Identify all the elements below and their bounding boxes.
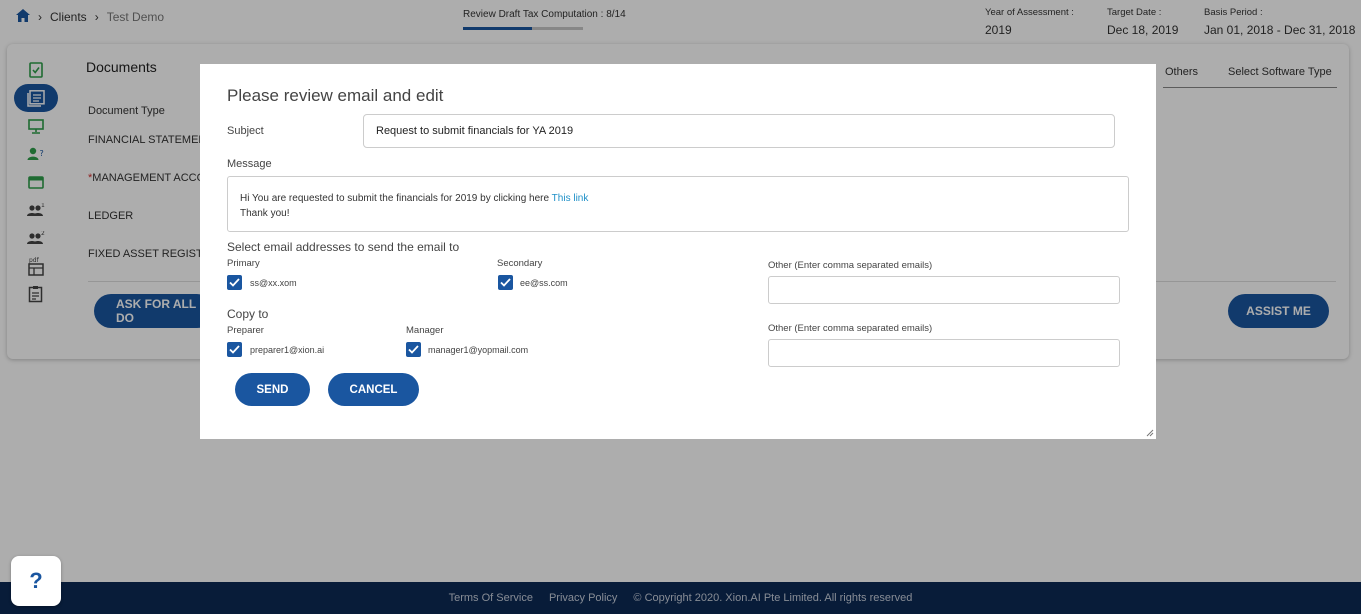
primary-label: Primary [227, 258, 260, 269]
primary-checkbox[interactable] [227, 275, 242, 290]
message-text: Hi You are requested to submit the finan… [240, 193, 552, 204]
secondary-checkbox[interactable] [498, 275, 513, 290]
message-line-2: Thank you! [240, 208, 290, 219]
cancel-button[interactable]: CANCEL [328, 373, 419, 406]
resize-handle-icon[interactable] [1146, 429, 1154, 437]
other-emails-input-1[interactable] [768, 276, 1120, 304]
subject-input[interactable]: Request to submit financials for YA 2019 [363, 114, 1115, 148]
modal-title: Please review email and edit [227, 86, 444, 105]
send-button[interactable]: SEND [235, 373, 310, 406]
preparer-label: Preparer [227, 325, 264, 336]
secondary-label: Secondary [497, 258, 543, 269]
manager-email: manager1@yopmail.com [428, 345, 529, 355]
other-emails-label-1: Other (Enter comma separated emails) [768, 260, 933, 271]
message-label: Message [227, 158, 272, 170]
other-emails-input-2[interactable] [768, 339, 1120, 367]
message-textarea[interactable]: Hi You are requested to submit the finan… [227, 176, 1129, 232]
message-link[interactable]: This link [552, 193, 589, 204]
other-emails-label-2: Other (Enter comma separated emails) [768, 323, 933, 334]
check-icon [229, 278, 240, 287]
manager-checkbox[interactable] [406, 342, 421, 357]
primary-email: ss@xx.xom [250, 278, 297, 288]
preparer-email: preparer1@xion.ai [250, 345, 325, 355]
subject-label: Subject [227, 125, 264, 137]
manager-label: Manager [406, 325, 444, 336]
check-icon [229, 345, 240, 354]
secondary-email: ee@ss.com [520, 278, 568, 288]
help-button[interactable]: ? [11, 556, 61, 606]
copy-to-heading: Copy to [227, 307, 269, 321]
check-icon [500, 278, 511, 287]
preparer-checkbox[interactable] [227, 342, 242, 357]
check-icon [408, 345, 419, 354]
select-emails-heading: Select email addresses to send the email… [227, 240, 460, 254]
email-review-modal: Please review email and edit Subject Req… [200, 64, 1156, 439]
message-line-1: Hi You are requested to submit the finan… [240, 191, 1116, 206]
